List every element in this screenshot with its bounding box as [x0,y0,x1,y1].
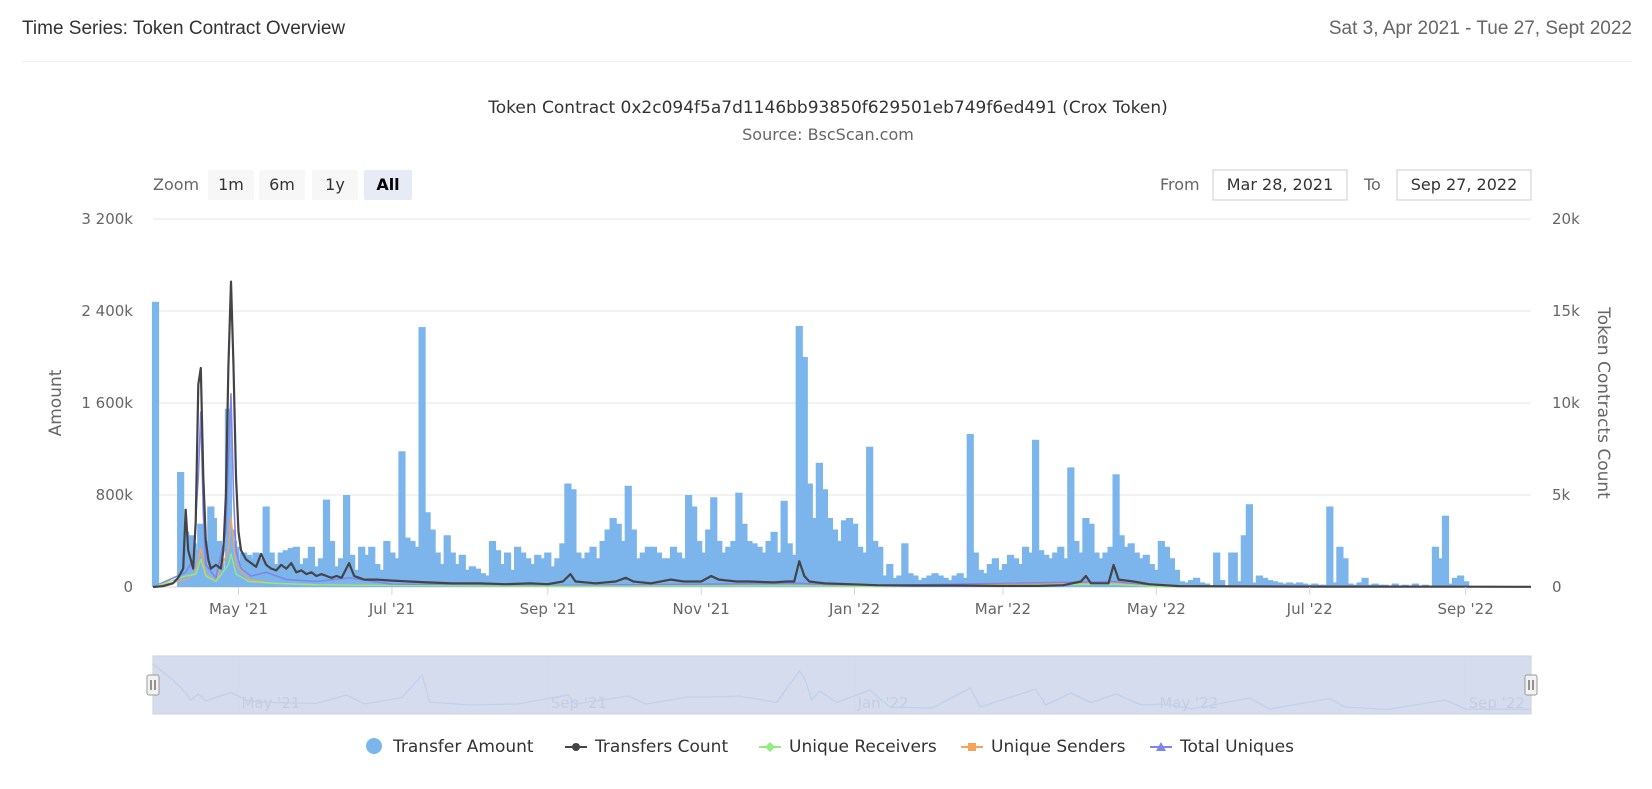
y-axis-right-title: Token Contracts Count [1593,306,1613,499]
zoom-button-1m[interactable]: 1m [208,170,254,200]
navigator-selection-mask[interactable] [153,656,1531,714]
zoom-button-all-label: All [376,175,399,194]
legend-item-unique-receivers[interactable]: Unique Receivers [759,737,937,757]
transfer-amount-bar [1441,515,1450,587]
legend: Transfer Amount Transfers Count Unique R… [366,737,1294,757]
to-date-input[interactable]: Sep 27, 2022 [1396,169,1532,201]
from-date-value: Mar 28, 2021 [1227,175,1334,194]
x-axis-labels: May '21 Jul '21 Sep '21 Nov '21 Jan '22 Mar '… [209,587,1494,618]
y-right-tick-label: 20k [1552,210,1580,228]
transfer-amount-marker-icon [366,738,382,754]
legend-label-transfers-count: Transfers Count [594,737,728,757]
y-right-tick-label: 10k [1552,394,1580,412]
y-left-tick-label: 2 400k [81,302,133,320]
chart-title: Token Contract 0x2c094f5a7d1146bb93850f6… [487,98,1168,118]
x-tick-label: Jan '22 [828,600,880,618]
to-date-value: Sep 27, 2022 [1411,175,1518,194]
from-date-input[interactable]: Mar 28, 2021 [1212,169,1348,201]
chart-subtitle: Source: BscScan.com [742,125,914,144]
legend-item-unique-senders[interactable]: Unique Senders [961,737,1126,757]
y-left-tick-label: 800k [96,486,134,504]
x-tick-label: May '21 [209,600,268,618]
y-axis-left-title: Amount [46,369,66,436]
transfer-amount-bar [151,301,160,587]
x-tick-label: Sep '21 [520,600,576,618]
transfer-amount-bar [1341,558,1349,587]
zoom-button-6m[interactable]: 6m [259,170,305,200]
x-tick-label: Mar '22 [975,600,1031,618]
legend-item-transfers-count[interactable]: Transfers Count [565,737,728,757]
legend-label-unique-senders: Unique Senders [991,737,1126,757]
x-tick-label: Jul '22 [1286,600,1333,618]
y-left-tick-label: 0 [123,578,133,596]
zoom-button-6m-label: 6m [269,175,295,194]
x-tick-label: May '22 [1127,600,1186,618]
chart: Token Contract 0x2c094f5a7d1146bb93850f6… [46,98,1613,757]
transfer-amount-bar [1326,506,1334,587]
zoom-label: Zoom [153,175,199,194]
navigator-right-handle[interactable] [1524,674,1538,696]
y-right-tick-label: 15k [1552,302,1580,320]
y-right-tick-label: 0 [1552,578,1562,596]
y-left-tick-label: 1 600k [81,394,133,412]
legend-label-unique-receivers: Unique Receivers [789,737,937,757]
x-tick-label: Nov '21 [673,600,730,618]
y-left-tick-label: 3 200k [81,210,133,228]
legend-label-transfer-amount: Transfer Amount [392,737,534,757]
zoom-button-all[interactable]: All [364,170,412,200]
unique-receivers-diamond-icon [765,742,775,752]
to-label: To [1363,175,1381,194]
transfers-count-marker-icon [572,743,580,751]
zoom-button-1m-label: 1m [218,175,244,194]
right-axis-labels: 0 5k 10k 15k 20k [1552,210,1580,596]
range-selector: Zoom 1m 6m 1y All From Mar 28, 2021 To S… [153,169,1532,201]
unique-senders-square-icon [968,743,976,751]
from-label: From [1160,175,1200,194]
zoom-button-1y[interactable]: 1y [312,170,358,200]
legend-label-total-uniques: Total Uniques [1179,737,1294,757]
legend-item-transfer-amount[interactable]: Transfer Amount [366,737,534,757]
legend-item-total-uniques[interactable]: Total Uniques [1150,737,1294,757]
left-axis-labels: 0 800k 1 600k 2 400k 3 200k [81,210,133,596]
transfer-amount-columns [151,301,1470,587]
navigator[interactable]: May '21Sep '21Jan '22May '22Sep '22 [146,655,1538,715]
transfer-amount-bar [1245,504,1253,587]
x-tick-label: Sep '22 [1437,600,1493,618]
navigator-left-handle[interactable] [146,674,160,696]
zoom-button-1y-label: 1y [325,175,345,194]
x-tick-label: Jul '21 [368,600,415,618]
y-right-tick-label: 5k [1552,486,1571,504]
